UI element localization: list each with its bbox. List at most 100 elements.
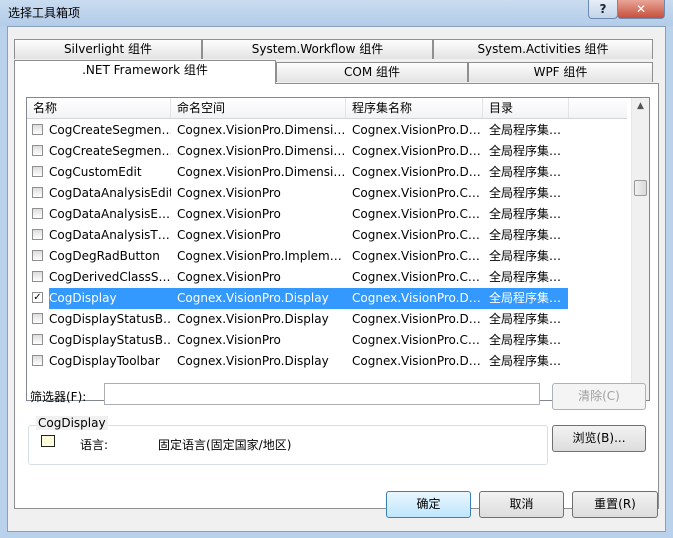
- table-row[interactable]: CogDataAnalysisE… Cognex.VisionPro Cognex.…: [27, 204, 627, 225]
- component-icon: [41, 435, 55, 447]
- row-assembly: Cognex.VisionPro.C…: [352, 333, 480, 347]
- table-row[interactable]: ✓ CogDisplay Cognex.VisionPro.Display Cogne…: [27, 288, 627, 309]
- row-namespace: Cognex.VisionPro: [177, 207, 281, 221]
- reset-button[interactable]: 重置(R): [572, 491, 658, 518]
- row-assembly: Cognex.VisionPro.C…: [352, 249, 480, 263]
- tab-com[interactable]: COM 组件: [276, 62, 468, 82]
- row-namespace: Cognex.VisionPro.Display: [177, 291, 329, 305]
- row-directory: 全局程序集…: [489, 249, 562, 263]
- row-directory: 全局程序集…: [489, 228, 562, 242]
- row-assembly: Cognex.VisionPro.C…: [352, 186, 480, 200]
- cancel-button[interactable]: 取消: [479, 491, 564, 518]
- language-value: 固定语言(固定国家/地区): [158, 438, 292, 452]
- row-name: CogCreateSegmen…: [49, 144, 171, 158]
- row-name: CogDisplayStatusB…: [49, 333, 171, 347]
- scroll-thumb[interactable]: [634, 180, 647, 196]
- column-header-name[interactable]: 名称: [27, 98, 171, 118]
- row-directory: 全局程序集…: [489, 186, 562, 200]
- row-name: CogCreateSegmen…: [49, 123, 171, 137]
- column-header-namespace[interactable]: 命名空间: [171, 98, 346, 118]
- row-name: CogDisplay: [49, 291, 117, 305]
- tab-wpf[interactable]: WPF 组件: [468, 62, 653, 82]
- title-bar[interactable]: 选择工具箱项 ? ✕: [0, 0, 673, 26]
- row-directory: 全局程序集…: [489, 144, 562, 158]
- row-checkbox[interactable]: [32, 355, 43, 366]
- row-checkbox[interactable]: [32, 166, 43, 177]
- row-checkbox[interactable]: [32, 208, 43, 219]
- row-namespace: Cognex.VisionPro.Implem…: [177, 249, 342, 263]
- scroll-up-icon[interactable]: ▲: [632, 98, 649, 115]
- column-header-directory[interactable]: 目录: [483, 98, 569, 118]
- dialog-client-area: Silverlight 组件 System.Workflow 组件 System…: [7, 26, 666, 532]
- row-name: CogDisplayStatusB…: [49, 312, 171, 326]
- dialog-window: 选择工具箱项 ? ✕ Silverlight 组件 System.Workflo…: [0, 0, 673, 538]
- clear-button[interactable]: 清除(C): [552, 383, 646, 410]
- row-namespace: Cognex.VisionPro: [177, 270, 281, 284]
- row-checkbox[interactable]: [32, 187, 43, 198]
- row-checkbox[interactable]: ✓: [32, 292, 43, 303]
- row-name: CogDerivedClassS…: [49, 270, 171, 284]
- row-checkbox[interactable]: [32, 271, 43, 282]
- table-row[interactable]: CogDisplayToolbar Cognex.VisionPro.Displa…: [27, 351, 627, 372]
- column-header-assembly[interactable]: 程序集名称: [346, 98, 483, 118]
- component-list[interactable]: 名称 命名空间 程序集名称 目录 CogCreateSegmen… Cognex.…: [26, 97, 650, 401]
- row-checkbox[interactable]: [32, 145, 43, 156]
- list-vertical-scrollbar[interactable]: ▲ ▼: [631, 98, 649, 400]
- row-name: CogCustomEdit: [49, 165, 142, 179]
- row-assembly: Cognex.VisionPro.C…: [352, 270, 480, 284]
- row-assembly: Cognex.VisionPro.D…: [352, 291, 481, 305]
- table-row[interactable]: CogDerivedClassS… Cognex.VisionPro Cognex.…: [27, 267, 627, 288]
- list-header: 名称 命名空间 程序集名称 目录: [27, 98, 627, 119]
- language-label: 语言:: [80, 438, 109, 452]
- row-namespace: Cognex.VisionPro.Dimensi…: [177, 165, 346, 179]
- row-directory: 全局程序集…: [489, 207, 562, 221]
- table-row[interactable]: CogDataAnalysisT… Cognex.VisionPro Cognex.…: [27, 225, 627, 246]
- browse-button[interactable]: 浏览(B)...: [552, 425, 646, 452]
- table-row[interactable]: CogDisplayStatusB… Cognex.VisionPro.Displ…: [27, 309, 627, 330]
- row-name: CogDisplayToolbar: [49, 354, 160, 368]
- table-row[interactable]: CogCreateSegmen… Cognex.VisionPro.Dimensi…: [27, 141, 627, 162]
- row-namespace: Cognex.VisionPro: [177, 228, 281, 242]
- row-checkbox[interactable]: [32, 124, 43, 135]
- table-row[interactable]: CogCreateSegmen… Cognex.VisionPro.Dimensi…: [27, 120, 627, 141]
- row-assembly: Cognex.VisionPro.C…: [352, 207, 480, 221]
- row-directory: 全局程序集…: [489, 165, 562, 179]
- row-assembly: Cognex.VisionPro.D…: [352, 123, 481, 137]
- filter-label: 筛选器(F):: [30, 390, 87, 404]
- close-button[interactable]: ✕: [617, 0, 665, 19]
- table-row[interactable]: CogDegRadButton Cognex.VisionPro.Implem… C…: [27, 246, 627, 267]
- help-button[interactable]: ?: [588, 0, 618, 19]
- row-checkbox[interactable]: [32, 250, 43, 261]
- row-assembly: Cognex.VisionPro.D…: [352, 354, 481, 368]
- row-name: CogDataAnalysisE…: [49, 207, 171, 221]
- row-namespace: Cognex.VisionPro.Display: [177, 354, 329, 368]
- row-namespace: Cognex.VisionPro.Dimensi…: [177, 123, 346, 137]
- row-namespace: Cognex.VisionPro: [177, 333, 281, 347]
- filter-input[interactable]: [104, 383, 540, 405]
- tab-dotnet-framework[interactable]: .NET Framework 组件: [14, 60, 276, 84]
- tab-silverlight[interactable]: Silverlight 组件: [14, 39, 202, 59]
- row-directory: 全局程序集…: [489, 291, 562, 305]
- table-row[interactable]: CogCustomEdit Cognex.VisionPro.Dimensi… Co…: [27, 162, 627, 183]
- tab-system-workflow[interactable]: System.Workflow 组件: [202, 39, 433, 59]
- ok-button[interactable]: 确定: [386, 491, 471, 518]
- row-name: CogDataAnalysisEdit: [49, 186, 171, 200]
- table-row[interactable]: CogDisplayStatusB… Cognex.VisionPro Cognex…: [27, 330, 627, 351]
- row-checkbox[interactable]: [32, 313, 43, 324]
- row-directory: 全局程序集…: [489, 333, 562, 347]
- row-checkbox[interactable]: [32, 229, 43, 240]
- window-title: 选择工具箱项: [8, 6, 81, 20]
- row-directory: 全局程序集…: [489, 312, 562, 326]
- row-directory: 全局程序集…: [489, 270, 562, 284]
- row-name: CogDegRadButton: [49, 249, 160, 263]
- row-assembly: Cognex.VisionPro.D…: [352, 312, 481, 326]
- row-checkbox[interactable]: [32, 334, 43, 345]
- row-namespace: Cognex.VisionPro.Display: [177, 312, 329, 326]
- row-assembly: Cognex.VisionPro.D…: [352, 144, 481, 158]
- row-namespace: Cognex.VisionPro: [177, 186, 281, 200]
- row-namespace: Cognex.VisionPro.Dimensi…: [177, 144, 346, 158]
- tab-system-activities[interactable]: System.Activities 组件: [433, 39, 653, 59]
- table-row[interactable]: CogDataAnalysisEdit Cognex.VisionPro Cogne…: [27, 183, 627, 204]
- row-assembly: Cognex.VisionPro.D…: [352, 165, 481, 179]
- row-name: CogDataAnalysisT…: [49, 228, 170, 242]
